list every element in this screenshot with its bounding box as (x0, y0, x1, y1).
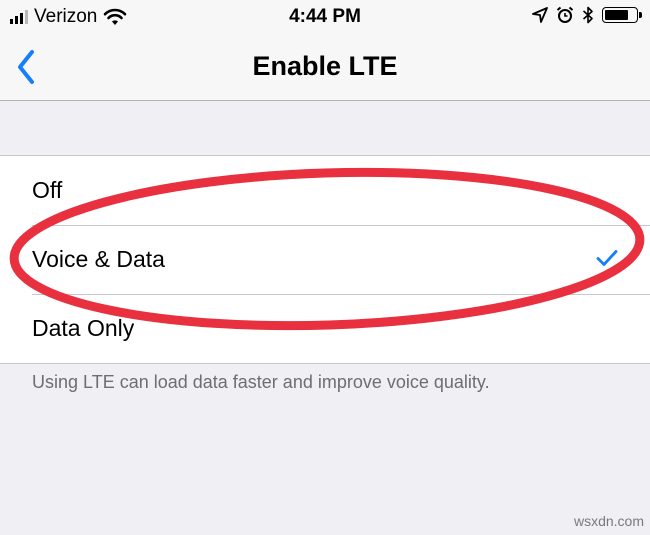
footer-note: Using LTE can load data faster and impro… (32, 372, 490, 392)
option-label: Voice & Data (32, 246, 165, 272)
status-right (532, 6, 642, 24)
location-icon (532, 7, 548, 23)
checkmark-icon (596, 250, 618, 266)
navigation-bar: Enable LTE (0, 34, 650, 101)
battery-icon (602, 7, 642, 23)
lte-options-list: Off Voice & Data Data Only (0, 155, 650, 364)
alarm-icon (556, 6, 574, 23)
watermark: wsxdn.com (573, 513, 644, 529)
bluetooth-icon (582, 6, 593, 24)
option-off[interactable]: Off (0, 156, 650, 225)
option-label: Off (32, 177, 63, 203)
option-voice-data[interactable]: Voice & Data (0, 225, 650, 294)
page-title: Enable LTE (252, 51, 398, 81)
option-data-only[interactable]: Data Only (0, 294, 650, 363)
option-label: Data Only (32, 315, 135, 341)
status-bar: Verizon 4:44 PM (0, 0, 650, 34)
